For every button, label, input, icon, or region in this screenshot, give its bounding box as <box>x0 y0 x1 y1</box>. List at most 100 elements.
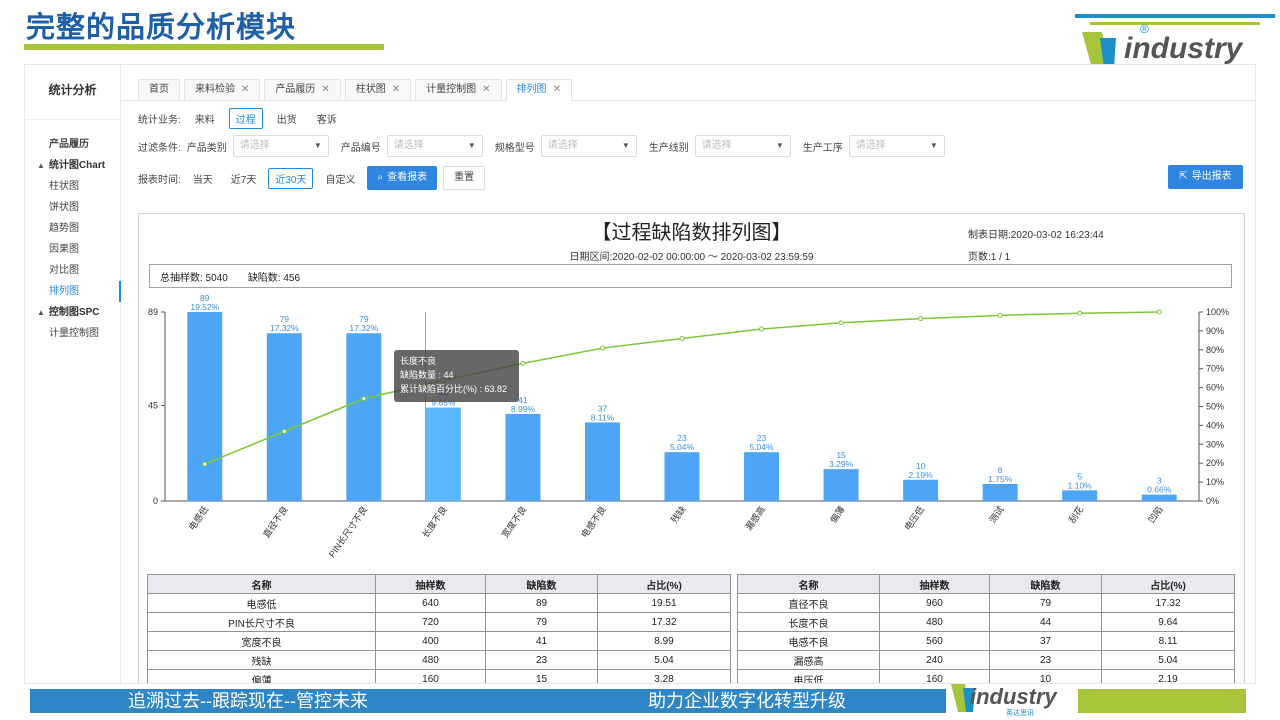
table-cell: 电压低 <box>737 669 880 683</box>
sidebar-group-chart[interactable]: ▲ 统计图Chart <box>25 155 120 176</box>
business-option-incoming[interactable]: 来料 <box>189 109 221 128</box>
pareto-bar <box>903 479 939 501</box>
business-option-process[interactable]: 过程 <box>228 107 263 129</box>
brand-stripe-blue <box>1075 14 1275 18</box>
cumulative-point <box>361 396 367 402</box>
spec-model-select[interactable]: 请选择 ▼ <box>540 135 637 157</box>
table-cell: 偏薄 <box>147 669 376 683</box>
sidebar-item-pareto[interactable]: 排列图 <box>25 281 121 302</box>
tab-bar: 首页 来料检验 ✕ 产品履历 ✕ 柱状图 ✕ 计量控制图 ✕ 排列图 ✕ <box>138 79 572 101</box>
x-tick-label: 电感低 <box>186 504 211 532</box>
table-cell: 5.04 <box>1101 650 1235 670</box>
y2-tick-label: 10% <box>1206 477 1224 487</box>
cumulative-point <box>281 428 287 434</box>
bar-percent-label: 5.04% <box>670 442 695 452</box>
table-row: 长度不良 480 44 9.64 <box>737 612 1235 632</box>
y2-tick-label: 30% <box>1206 439 1224 449</box>
col-header: 占比(%) <box>1101 574 1235 594</box>
export-report-button[interactable]: ⇱ 导出报表 <box>1168 165 1243 189</box>
table-cell: 电感不良 <box>737 631 880 651</box>
close-icon[interactable]: ✕ <box>482 80 490 100</box>
sidebar-item-measure-control[interactable]: 计量控制图 <box>25 323 120 344</box>
sidebar-item-cause[interactable]: 因果图 <box>25 239 120 260</box>
footer-banner-right <box>1078 689 1246 713</box>
pareto-bar <box>266 333 302 501</box>
tooltip-cumulative: 累计缺陷百分比(%) : 63.82 <box>400 384 508 394</box>
pareto-bar <box>744 452 780 501</box>
table-cell: 长度不良 <box>737 612 880 632</box>
close-icon[interactable]: ✕ <box>321 80 329 100</box>
production-line-select[interactable]: 请选择 ▼ <box>694 135 791 157</box>
title-underline <box>24 44 384 50</box>
button-label: 查看报表 <box>387 172 428 183</box>
close-icon[interactable]: ✕ <box>241 80 249 100</box>
table-cell: 23 <box>989 650 1102 670</box>
sidebar-item-bar[interactable]: 柱状图 <box>25 176 120 197</box>
cumulative-point <box>759 326 765 332</box>
y2-tick-label: 100% <box>1206 307 1229 317</box>
defect-table-left: 名称 抽样数 缺陷数 占比(%) 电感低 640 89 19.51 PIN长尺寸不良 72… <box>147 574 731 683</box>
time-option-custom[interactable]: 自定义 <box>319 169 361 188</box>
collapse-triangle-icon: ▲ <box>37 161 45 170</box>
pareto-bar <box>982 484 1018 501</box>
product-number-select[interactable]: 请选择 ▼ <box>386 135 483 157</box>
chevron-down-icon: ▼ <box>929 141 938 150</box>
sidebar-item-pie[interactable]: 饼状图 <box>25 197 120 218</box>
table-cell: 直径不良 <box>737 593 880 613</box>
select-placeholder: 请选择 <box>547 140 578 151</box>
product-category-label: 产品类别 <box>186 142 227 154</box>
tab-label: 柱状图 <box>355 84 386 95</box>
table-cell: 2.19 <box>1101 669 1235 683</box>
tab-home[interactable]: 首页 <box>138 79 180 101</box>
sidebar-item-compare[interactable]: 对比图 <box>25 260 120 281</box>
spec-model-label: 规格型号 <box>494 142 535 154</box>
production-process-select[interactable]: 请选择 ▼ <box>848 135 945 157</box>
y2-tick-label: 80% <box>1206 345 1224 355</box>
x-tick-label: 残缺 <box>668 504 687 525</box>
y-tick-label: 0 <box>153 496 158 506</box>
col-header: 抽样数 <box>879 574 990 594</box>
time-option-today[interactable]: 当天 <box>187 169 219 188</box>
brand-stripe-green <box>1090 22 1260 25</box>
y-tick-label: 89 <box>148 307 158 317</box>
table-row: 直径不良 960 79 17.32 <box>737 593 1235 613</box>
query-report-button[interactable]: ⌕ 查看报表 <box>367 166 438 190</box>
x-tick-label: 电感不良 <box>578 504 608 540</box>
time-filter-row: 报表时间: 当天 近7天 近30天 自定义 ⌕ 查看报表 重置 <box>138 165 486 191</box>
table-cell: 240 <box>879 650 990 670</box>
sidebar-divider <box>25 119 120 120</box>
select-placeholder: 请选择 <box>701 140 732 151</box>
cumulative-point <box>1077 310 1083 316</box>
product-category-select[interactable]: 请选择 ▼ <box>232 135 329 157</box>
col-header: 占比(%) <box>597 574 731 594</box>
table-cell: 480 <box>375 650 486 670</box>
col-header: 缺陷数 <box>485 574 598 594</box>
tab-label: 计量控制图 <box>426 84 477 95</box>
close-icon[interactable]: ✕ <box>553 80 561 100</box>
tab-bar-chart[interactable]: 柱状图 ✕ <box>344 79 412 101</box>
sidebar-group-spc[interactable]: ▲ 控制图SPC <box>25 302 120 323</box>
pareto-bar <box>1062 490 1098 501</box>
tab-measure-control[interactable]: 计量控制图 ✕ <box>415 79 502 101</box>
sidebar-item-product-history[interactable]: 产品履历 <box>25 134 120 155</box>
table-cell: 23 <box>485 650 598 670</box>
tab-pareto[interactable]: 排列图 ✕ <box>505 79 572 101</box>
bar-percent-label: 8.99% <box>511 404 536 414</box>
table-cell: PIN长尺寸不良 <box>147 612 376 632</box>
business-option-complaint[interactable]: 客诉 <box>311 109 343 128</box>
x-tick-label: 凹陷 <box>1146 504 1165 525</box>
reset-button[interactable]: 重置 <box>443 166 486 190</box>
time-option-30days[interactable]: 近30天 <box>268 167 314 189</box>
business-option-shipment[interactable]: 出货 <box>271 109 303 128</box>
x-tick-label: 直径不良 <box>260 504 290 540</box>
tab-incoming-inspection[interactable]: 来料检验 ✕ <box>184 79 261 101</box>
table-cell: 560 <box>879 631 990 651</box>
close-icon[interactable]: ✕ <box>392 80 400 100</box>
time-option-7days[interactable]: 近7天 <box>225 169 263 188</box>
tab-product-history[interactable]: 产品履历 ✕ <box>264 79 341 101</box>
sidebar-item-trend[interactable]: 趋势图 <box>25 218 120 239</box>
bar-percent-label: 17.32% <box>349 323 378 333</box>
footer-logo: industry 英达思讯 <box>950 680 1070 718</box>
table-cell: 5.04 <box>597 650 731 670</box>
cumulative-point <box>202 461 208 467</box>
